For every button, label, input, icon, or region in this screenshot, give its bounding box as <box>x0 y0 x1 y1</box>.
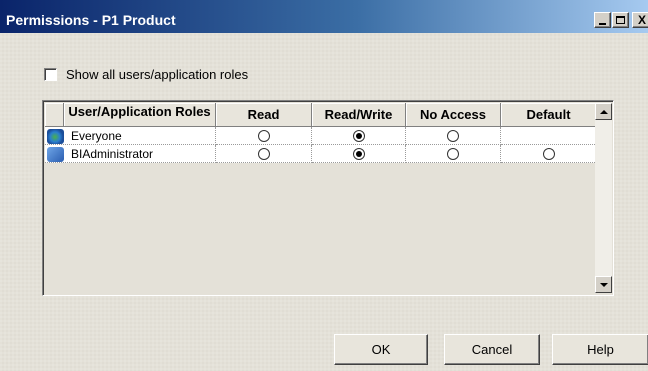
column-header-read[interactable]: Read <box>216 103 312 127</box>
user-name: Everyone <box>71 128 122 143</box>
show-all-checkbox[interactable] <box>44 68 57 81</box>
user-cell[interactable]: BIAdministrator <box>45 145 216 163</box>
read-cell[interactable] <box>216 127 312 145</box>
admin-group-icon <box>47 147 64 162</box>
read-write-cell[interactable] <box>312 127 406 145</box>
default-radio[interactable] <box>542 147 555 160</box>
no-access-cell[interactable] <box>406 127 501 145</box>
row-selector-header <box>45 103 64 127</box>
no-access-radio[interactable] <box>447 147 459 160</box>
read-write-radio[interactable] <box>352 129 365 142</box>
ok-button[interactable]: OK <box>334 334 428 365</box>
title-bar[interactable]: Permissions - P1 Product X <box>0 0 648 33</box>
scroll-down-button[interactable] <box>595 276 612 293</box>
column-header-user[interactable]: User/Application Roles <box>64 103 216 127</box>
user-name: BIAdministrator <box>71 146 154 161</box>
show-all-option[interactable]: Show all users/application roles <box>44 67 248 82</box>
read-radio[interactable] <box>257 129 270 142</box>
default-cell[interactable] <box>501 145 595 163</box>
arrow-up-icon <box>599 109 608 114</box>
user-cell[interactable]: Everyone <box>45 127 216 145</box>
read-radio[interactable] <box>257 147 270 160</box>
column-header-read-write[interactable]: Read/Write <box>312 103 406 127</box>
vertical-scrollbar[interactable] <box>595 103 612 293</box>
read-write-radio[interactable] <box>352 147 365 160</box>
close-button[interactable]: X <box>632 12 648 28</box>
scroll-up-button[interactable] <box>595 103 612 120</box>
column-header-no-access[interactable]: No Access <box>406 103 501 127</box>
read-write-cell[interactable] <box>312 145 406 163</box>
no-access-cell[interactable] <box>406 145 501 163</box>
arrow-down-icon <box>599 282 608 287</box>
read-cell[interactable] <box>216 145 312 163</box>
globe-group-icon <box>47 129 64 144</box>
no-access-radio[interactable] <box>447 129 459 142</box>
table-row[interactable]: Everyone <box>45 127 595 145</box>
grid-header: User/Application Roles Read Read/Write N… <box>45 103 595 127</box>
permissions-grid: User/Application Roles Read Read/Write N… <box>42 100 614 296</box>
minimize-icon <box>599 23 606 25</box>
show-all-label: Show all users/application roles <box>66 67 249 82</box>
close-icon: X <box>637 13 646 27</box>
table-row[interactable]: BIAdministrator <box>45 145 595 163</box>
maximize-icon <box>616 16 625 24</box>
help-button[interactable]: Help <box>552 334 648 365</box>
maximize-button[interactable] <box>612 12 629 28</box>
grid-body: User/Application Roles Read Read/Write N… <box>45 103 595 293</box>
default-cell <box>501 127 595 145</box>
permissions-dialog: Permissions - P1 Product X Show all user… <box>0 0 648 371</box>
window-title: Permissions - P1 Product <box>6 12 176 28</box>
minimize-button[interactable] <box>594 12 611 28</box>
column-header-default[interactable]: Default <box>501 103 595 127</box>
cancel-button[interactable]: Cancel <box>444 334 540 365</box>
